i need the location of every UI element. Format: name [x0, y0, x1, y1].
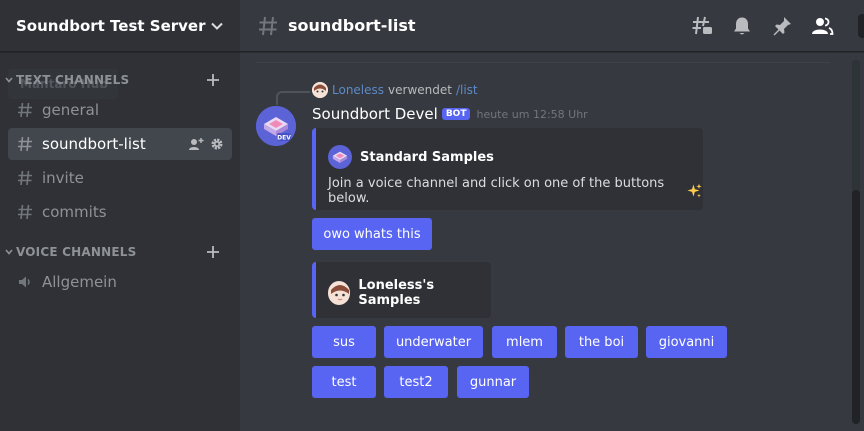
channel-label: commits [42, 203, 107, 221]
sample-button[interactable]: gunnar [457, 366, 529, 398]
sparkles-icon [687, 183, 703, 198]
message-list: Loneless verwendet /list DEV Soundbort D… [240, 52, 852, 431]
bot-badge: BOT [441, 108, 471, 120]
sample-button[interactable]: test2 [384, 366, 448, 398]
embed-title: Standard Samples [360, 149, 494, 165]
sample-button[interactable]: mlem [492, 326, 557, 358]
reply-context[interactable]: Loneless verwendet /list [312, 82, 478, 98]
channel-list: Mantaro Hub TEXT CHANNELS general soundb… [0, 52, 240, 298]
server-header[interactable]: Soundbort Test Server [0, 0, 240, 52]
chevron-down-icon [5, 77, 13, 83]
sample-button[interactable]: giovanni [646, 326, 727, 358]
category-voice-channels[interactable]: VOICE CHANNELS [0, 240, 240, 264]
embed-author: Standard Samples [328, 145, 494, 169]
pin-icon [773, 16, 791, 35]
hash-icon [18, 102, 32, 118]
chevron-down-icon [5, 249, 13, 255]
pinned-messages-button[interactable] [770, 14, 794, 38]
scrollbar-thumb[interactable] [852, 190, 860, 424]
category-text-channels[interactable]: TEXT CHANNELS [0, 68, 240, 92]
channel-label: invite [42, 169, 84, 187]
hash-icon [18, 170, 32, 186]
add-channel-icon[interactable] [204, 243, 222, 261]
sample-button[interactable]: sus [312, 326, 376, 358]
message-author[interactable]: Soundbort Devel [312, 105, 438, 123]
reply-spine [276, 91, 310, 105]
sample-button[interactable]: the boi [565, 326, 638, 358]
embed-description: Join a voice channel and click on one of… [328, 176, 703, 206]
embed-author-avatar [328, 145, 352, 169]
channel-label: general [42, 101, 100, 119]
search-input[interactable] [858, 13, 864, 38]
channel-general[interactable]: general [8, 94, 232, 126]
chat-area: soundbort-list Loneless verwendet /list … [240, 0, 864, 431]
reply-verb: verwendet [388, 83, 452, 97]
add-channel-icon[interactable] [204, 71, 222, 89]
notifications-button[interactable] [730, 14, 754, 38]
channel-invite[interactable]: invite [8, 162, 232, 194]
embed-standard-samples: Standard Samples Join a voice channel an… [312, 128, 703, 210]
embed-user-samples: Loneless's Samples [312, 262, 491, 318]
user-avatar [312, 82, 328, 98]
bot-avatar[interactable]: DEV [256, 106, 296, 146]
threads-button[interactable] [690, 14, 714, 38]
members-icon [812, 17, 834, 35]
channel-header: soundbort-list [240, 0, 864, 52]
embed-author-avatar [328, 281, 351, 305]
embed-description-text: Join a voice channel and click on one of… [328, 176, 665, 206]
sample-button[interactable]: underwater [384, 326, 483, 358]
channel-allgemein[interactable]: Allgemein [8, 266, 232, 298]
channel-label: Allgemein [42, 273, 117, 291]
svg-text:DEV: DEV [277, 135, 291, 142]
embed-title: Loneless's Samples [358, 278, 435, 308]
gear-icon[interactable] [210, 137, 224, 151]
bot-avatar-image: DEV [256, 106, 296, 146]
hash-icon [18, 136, 32, 152]
sample-button[interactable]: test [312, 366, 376, 398]
category-label: TEXT CHANNELS [16, 73, 130, 87]
threads-icon [692, 16, 712, 34]
owo-whats-this-button[interactable]: owo whats this [312, 218, 432, 250]
channel-label: soundbort-list [42, 135, 146, 153]
message-timestamp: heute um 12:58 Uhr [476, 107, 588, 121]
speaker-icon [19, 276, 30, 288]
reply-username[interactable]: Loneless [332, 83, 384, 97]
category-label: VOICE CHANNELS [16, 245, 137, 259]
bell-icon [734, 17, 750, 34]
channel-title: soundbort-list [288, 16, 416, 35]
channel-sidebar: Soundbort Test Server Mantaro Hub TEXT C… [0, 0, 240, 431]
embed-author: Loneless's Samples [328, 278, 491, 308]
message-header: Soundbort Devel BOT heute um 12:58 Uhr [312, 105, 588, 123]
server-name: Soundbort Test Server [16, 16, 206, 35]
hash-icon [18, 204, 32, 220]
chevron-down-icon [211, 22, 223, 30]
channel-actions [188, 136, 224, 152]
header-toolbar [690, 13, 864, 38]
reply-command[interactable]: /list [456, 83, 478, 97]
invite-member-icon[interactable] [188, 136, 204, 152]
hash-icon [259, 16, 277, 35]
member-list-button[interactable] [810, 14, 834, 38]
channel-soundbort-list[interactable]: soundbort-list [8, 128, 232, 160]
channel-commits[interactable]: commits [8, 196, 232, 228]
divider [256, 62, 830, 63]
